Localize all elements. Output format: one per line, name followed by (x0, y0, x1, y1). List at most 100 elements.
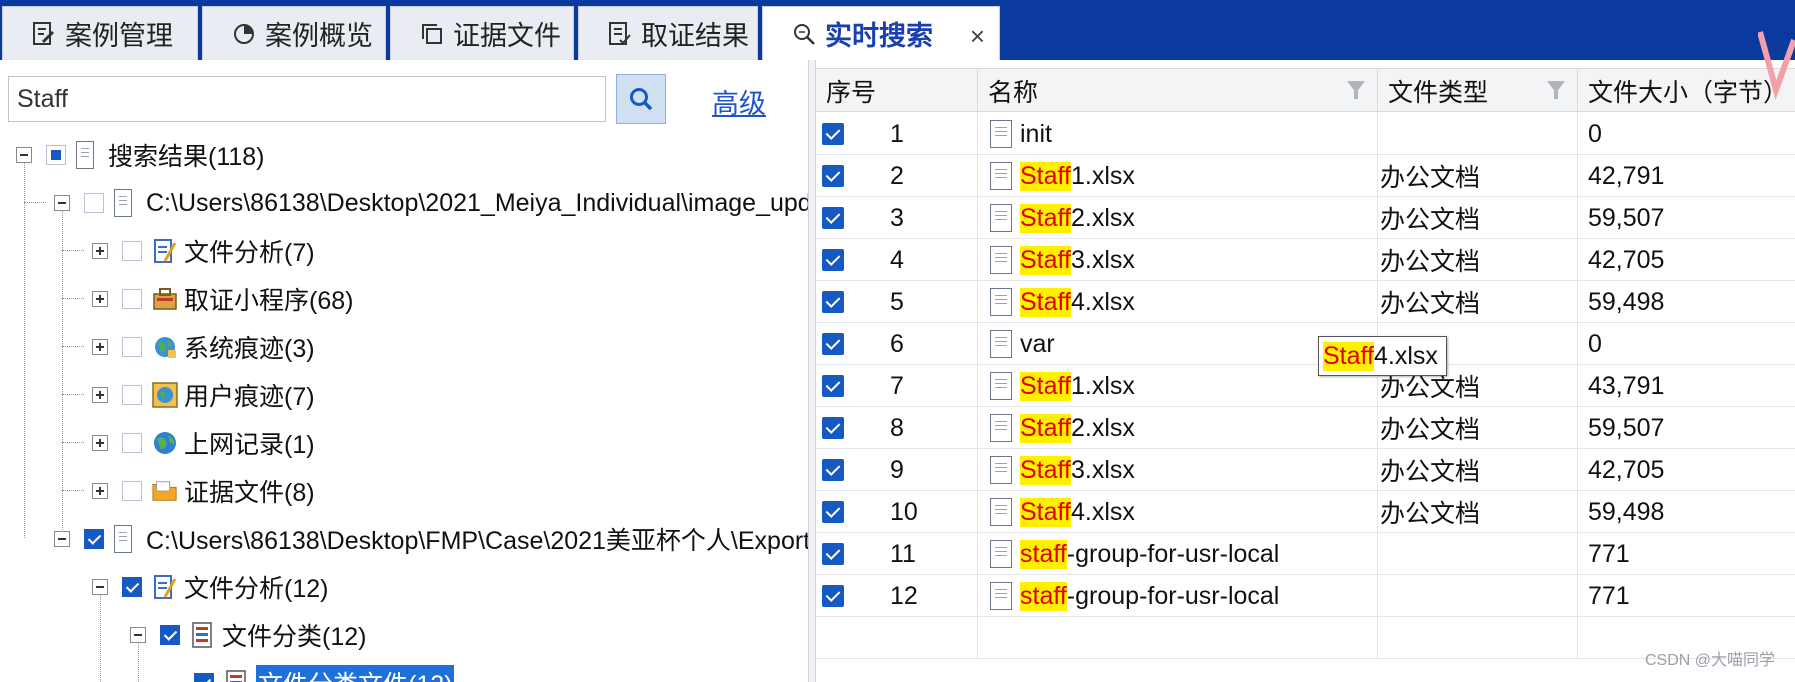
tree-checkbox[interactable] (122, 241, 142, 261)
match-highlight: Staff (1020, 497, 1071, 527)
table-row[interactable]: 11 staff -group-for-usr-local 771 (816, 533, 1795, 575)
match-highlight: Staff (1020, 455, 1071, 485)
tree-node-category-files[interactable]: 文件分类文件(12) (194, 663, 455, 682)
document-icon (114, 188, 140, 218)
cell-name: Staff 4.xlsx (978, 491, 1378, 533)
tree-node-path1[interactable]: C:\Users\86138\Desktop\2021_Meiya_Indivi… (54, 183, 808, 223)
collapse-toggle[interactable] (54, 531, 70, 547)
pie-chart-icon (231, 21, 257, 47)
collapse-toggle[interactable] (92, 579, 108, 595)
tree-node-evidence-files[interactable]: 证据文件(8) (92, 471, 315, 511)
table-row[interactable]: 5 Staff 4.xlsx 办公文档 59,498 (816, 281, 1795, 323)
advanced-search-link[interactable]: 高级 (712, 82, 766, 121)
collapse-toggle[interactable] (54, 195, 70, 211)
doc-result-icon (607, 21, 633, 47)
tree-checkbox[interactable] (84, 193, 104, 213)
cell-size: 771 (1588, 539, 1630, 568)
expand-toggle[interactable] (92, 243, 108, 259)
cell-size: 59,498 (1588, 497, 1665, 526)
filter-icon[interactable] (1547, 81, 1565, 99)
tab-forensic-results[interactable]: 取证结果 (578, 6, 758, 60)
tree-node-forensic-apps[interactable]: 取证小程序(68) (92, 279, 353, 319)
tab-case-overview[interactable]: 案例概览 (202, 6, 386, 60)
column-header-name[interactable]: 名称 (978, 69, 1378, 113)
collapse-toggle[interactable] (16, 147, 32, 163)
column-header-number[interactable]: 序号 (816, 69, 978, 113)
magnifier-icon (630, 88, 653, 111)
tree-checkbox[interactable] (122, 385, 142, 405)
tree-node-file-analysis-2[interactable]: 文件分析(12) (92, 567, 328, 607)
tree-node-file-category[interactable]: 文件分类(12) (130, 615, 366, 655)
row-checkbox[interactable] (822, 333, 844, 355)
table-row[interactable]: 6 var 0 (816, 323, 1795, 365)
close-icon[interactable]: × (970, 21, 985, 52)
tab-case-management[interactable]: 案例管理 (2, 6, 198, 60)
tree-node-system-traces[interactable]: 系统痕迹(3) (92, 327, 315, 367)
column-header-type[interactable]: 文件类型 (1378, 69, 1578, 113)
expand-toggle[interactable] (92, 339, 108, 355)
row-checkbox[interactable] (822, 543, 844, 565)
match-highlight: Staff (1020, 287, 1071, 317)
row-checkbox[interactable] (822, 165, 844, 187)
row-checkbox[interactable] (822, 207, 844, 229)
row-checkbox[interactable] (822, 249, 844, 271)
table-row[interactable]: 9 Staff 3.xlsx 办公文档 42,705 (816, 449, 1795, 491)
cell-number: 6 (816, 323, 978, 365)
file-name: 3.xlsx (1070, 455, 1135, 484)
tree-node-user-traces[interactable]: 用户痕迹(7) (92, 375, 315, 415)
cell-size: 59,507 (1588, 203, 1665, 232)
table-row[interactable]: 3 Staff 2.xlsx 办公文档 59,507 (816, 197, 1795, 239)
tree-checkbox[interactable] (122, 337, 142, 357)
tree-checkbox[interactable] (46, 145, 66, 165)
expand-toggle[interactable] (92, 291, 108, 307)
row-checkbox[interactable] (822, 375, 844, 397)
system-globe-icon (152, 332, 178, 362)
tree-checkbox[interactable] (84, 529, 104, 549)
table-row[interactable]: 12 staff -group-for-usr-local 771 (816, 575, 1795, 617)
row-checkbox[interactable] (822, 501, 844, 523)
table-row[interactable]: 7 Staff 1.xlsx 办公文档 43,791 (816, 365, 1795, 407)
expand-toggle[interactable] (92, 435, 108, 451)
row-number: 1 (890, 119, 904, 148)
panel-splitter[interactable] (808, 60, 816, 682)
tab-label: 证据文件 (453, 21, 561, 51)
row-checkbox[interactable] (822, 459, 844, 481)
tree-node-file-analysis[interactable]: 文件分析(7) (92, 231, 315, 271)
tree-checkbox[interactable] (122, 433, 142, 453)
tree-label: 证据文件(8) (184, 479, 315, 507)
table-row[interactable]: 4 Staff 3.xlsx 办公文档 42,705 (816, 239, 1795, 281)
cell-size: 59,498 (1588, 287, 1665, 316)
tab-evidence-files[interactable]: 证据文件 (390, 6, 574, 60)
row-checkbox[interactable] (822, 123, 844, 145)
table-row[interactable]: 8 Staff 2.xlsx 办公文档 59,507 (816, 407, 1795, 449)
tree-checkbox[interactable] (122, 289, 142, 309)
table-row[interactable]: 1 init 0 (816, 113, 1795, 155)
tree-checkbox[interactable] (160, 625, 180, 645)
tree-root[interactable]: 搜索结果(118) (16, 135, 265, 175)
tree-checkbox[interactable] (122, 481, 142, 501)
cell-name: staff -group-for-usr-local (978, 575, 1378, 617)
row-checkbox[interactable] (822, 417, 844, 439)
tree-node-web-history[interactable]: 上网记录(1) (92, 423, 315, 463)
table-row[interactable]: 10 Staff 4.xlsx 办公文档 59,498 (816, 491, 1795, 533)
search-button[interactable] (616, 74, 666, 124)
tree-label: 取证小程序(68) (184, 287, 354, 315)
row-checkbox[interactable] (822, 585, 844, 607)
file-name: 2.xlsx (1070, 413, 1135, 442)
filter-icon[interactable] (1347, 81, 1365, 99)
tree-checkbox[interactable] (194, 673, 214, 682)
empty-cell (816, 617, 978, 659)
collapse-toggle[interactable] (130, 627, 146, 643)
tree-label: 文件分类(12) (222, 623, 367, 651)
tab-realtime-search[interactable]: 实时搜索 × (762, 6, 1000, 60)
cell-number: 10 (816, 491, 978, 533)
tree-checkbox[interactable] (122, 577, 142, 597)
tree-node-path2[interactable]: C:\Users\86138\Desktop\FMP\Case\2021美亚杯个… (54, 519, 808, 559)
table-row[interactable]: 2 Staff 1.xlsx 办公文档 42,791 (816, 155, 1795, 197)
file-name: 2.xlsx (1070, 203, 1135, 232)
row-checkbox[interactable] (822, 291, 844, 313)
expand-toggle[interactable] (92, 387, 108, 403)
cell-name: init (978, 113, 1378, 155)
search-input[interactable] (8, 76, 606, 122)
expand-toggle[interactable] (92, 483, 108, 499)
